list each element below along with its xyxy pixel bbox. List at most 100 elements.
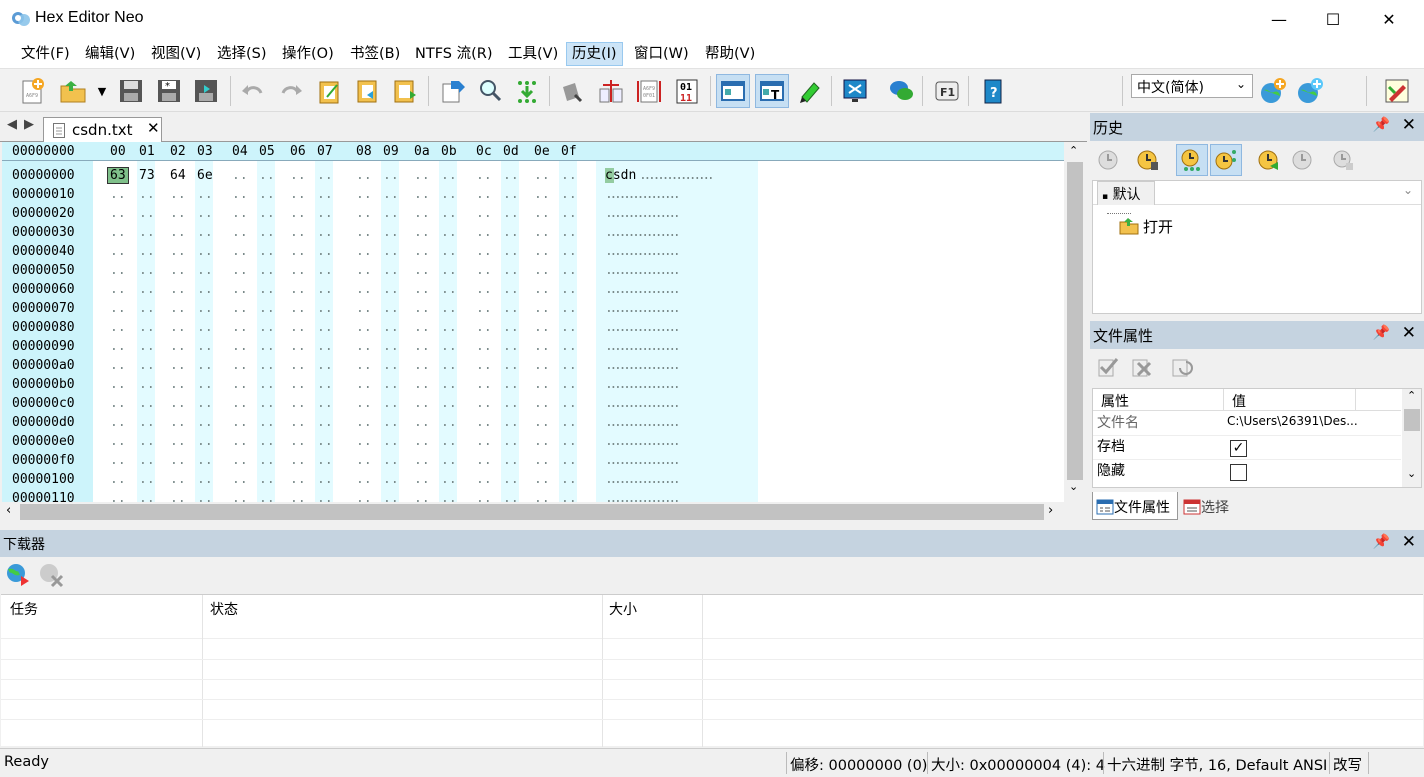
find-next-button[interactable] (510, 74, 544, 108)
empty-byte[interactable]: .. (356, 339, 372, 354)
text-column-value[interactable]: ................ (605, 244, 755, 259)
empty-byte[interactable]: .. (534, 282, 550, 297)
empty-byte[interactable]: .. (503, 377, 519, 392)
empty-byte[interactable]: .. (197, 244, 213, 259)
empty-byte[interactable]: .. (317, 339, 333, 354)
empty-byte[interactable]: .. (259, 434, 275, 449)
empty-byte[interactable]: .. (503, 168, 519, 183)
empty-byte[interactable]: .. (290, 225, 306, 240)
empty-byte[interactable]: .. (561, 225, 577, 240)
empty-byte[interactable]: .. (476, 301, 492, 316)
empty-byte[interactable]: .. (383, 396, 399, 411)
empty-byte[interactable]: .. (197, 206, 213, 221)
menu-view[interactable]: 视图(V) (145, 42, 207, 66)
text-column-value[interactable]: ................ (605, 206, 755, 221)
encoding-button[interactable]: A6F9 0F01 (632, 74, 666, 108)
empty-byte[interactable]: .. (139, 339, 155, 354)
empty-byte[interactable]: .. (383, 244, 399, 259)
empty-byte[interactable]: .. (414, 168, 430, 183)
empty-byte[interactable]: .. (317, 282, 333, 297)
empty-byte[interactable]: .. (561, 206, 577, 221)
empty-byte[interactable]: .. (534, 453, 550, 468)
empty-byte[interactable]: .. (441, 206, 457, 221)
refresh-props-button[interactable] (1168, 353, 1196, 381)
empty-byte[interactable]: .. (317, 358, 333, 373)
empty-byte[interactable]: .. (232, 206, 248, 221)
empty-byte[interactable]: .. (232, 187, 248, 202)
paste-button[interactable] (312, 74, 346, 108)
empty-byte[interactable]: .. (110, 320, 126, 335)
history-tab-default[interactable]: ▪ 默认 (1097, 181, 1155, 205)
new-file-button[interactable]: A6F9 (15, 74, 49, 108)
empty-byte[interactable]: .. (356, 244, 372, 259)
hex-byte[interactable]: 63 (107, 167, 129, 184)
empty-byte[interactable]: .. (561, 301, 577, 316)
text-column-value[interactable]: ................ (605, 472, 755, 487)
empty-byte[interactable]: .. (356, 453, 372, 468)
empty-byte[interactable]: .. (356, 358, 372, 373)
history-entry-open[interactable]: 打开 (1143, 216, 1173, 237)
empty-byte[interactable]: .. (356, 320, 372, 335)
empty-byte[interactable]: .. (383, 377, 399, 392)
empty-byte[interactable]: .. (356, 415, 372, 430)
empty-byte[interactable]: .. (383, 282, 399, 297)
history-back-button[interactable] (1093, 145, 1123, 175)
history-restore-button[interactable] (1253, 145, 1283, 175)
update-language-button[interactable] (1293, 74, 1327, 108)
empty-byte[interactable]: .. (414, 434, 430, 449)
empty-byte[interactable]: .. (561, 282, 577, 297)
maximize-button[interactable]: ☐ (1310, 0, 1356, 38)
archive-checkbox[interactable]: ✓ (1230, 440, 1247, 457)
empty-byte[interactable]: .. (170, 491, 186, 502)
empty-byte[interactable]: .. (197, 453, 213, 468)
empty-byte[interactable]: .. (441, 244, 457, 259)
empty-byte[interactable]: .. (383, 415, 399, 430)
text-column-value[interactable]: ................ (605, 339, 755, 354)
empty-byte[interactable]: .. (110, 434, 126, 449)
status-overwrite[interactable]: 改写 (1333, 754, 1362, 775)
empty-byte[interactable]: .. (317, 415, 333, 430)
close-button[interactable]: ✕ (1366, 0, 1412, 38)
empty-byte[interactable]: .. (414, 415, 430, 430)
text-column-value[interactable]: ................ (605, 301, 755, 316)
empty-byte[interactable]: .. (259, 396, 275, 411)
empty-byte[interactable]: .. (259, 244, 275, 259)
add-language-button[interactable] (1256, 74, 1290, 108)
empty-byte[interactable]: .. (139, 396, 155, 411)
discard-props-button[interactable] (1128, 353, 1156, 381)
empty-byte[interactable]: .. (441, 225, 457, 240)
empty-byte[interactable]: .. (170, 377, 186, 392)
empty-byte[interactable]: .. (356, 168, 372, 183)
empty-byte[interactable]: .. (534, 472, 550, 487)
empty-byte[interactable]: .. (110, 472, 126, 487)
empty-byte[interactable]: .. (561, 453, 577, 468)
empty-byte[interactable]: .. (503, 282, 519, 297)
empty-byte[interactable]: .. (110, 244, 126, 259)
empty-byte[interactable]: .. (414, 244, 430, 259)
empty-byte[interactable]: .. (139, 472, 155, 487)
redo-button[interactable] (274, 74, 308, 108)
empty-byte[interactable]: .. (356, 434, 372, 449)
empty-byte[interactable]: .. (317, 377, 333, 392)
empty-byte[interactable]: .. (139, 244, 155, 259)
empty-byte[interactable]: .. (139, 320, 155, 335)
text-column-value[interactable]: ................ (605, 320, 755, 335)
empty-byte[interactable]: .. (197, 396, 213, 411)
empty-byte[interactable]: .. (259, 453, 275, 468)
empty-byte[interactable]: .. (441, 168, 457, 183)
save-button[interactable] (114, 74, 148, 108)
empty-byte[interactable]: .. (290, 396, 306, 411)
empty-byte[interactable]: .. (561, 339, 577, 354)
close-icon[interactable]: ✕ (1402, 115, 1416, 135)
text-column-value[interactable]: csdn (605, 168, 636, 183)
empty-byte[interactable]: .. (139, 415, 155, 430)
empty-byte[interactable]: .. (441, 491, 457, 502)
empty-byte[interactable]: .. (170, 263, 186, 278)
menu-file[interactable]: 文件(F) (15, 42, 76, 66)
empty-byte[interactable]: .. (476, 491, 492, 502)
f1-help-button[interactable]: F1 (930, 74, 964, 108)
menu-tools[interactable]: 工具(V) (502, 42, 564, 66)
empty-byte[interactable]: .. (110, 339, 126, 354)
start-download-button[interactable] (3, 560, 33, 590)
empty-byte[interactable]: .. (139, 491, 155, 502)
